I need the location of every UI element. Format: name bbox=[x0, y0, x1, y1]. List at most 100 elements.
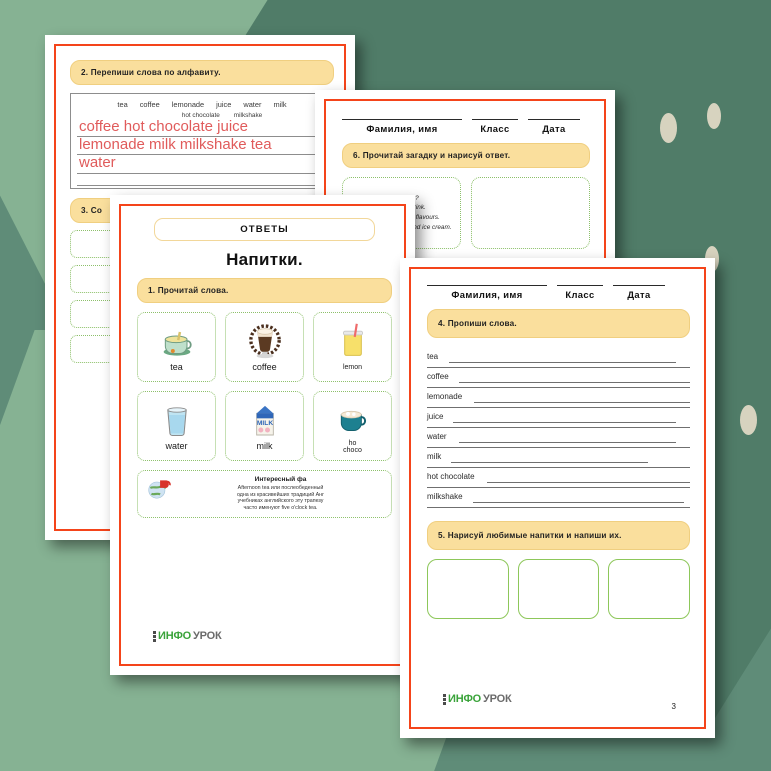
writing-rule bbox=[459, 442, 676, 443]
milk-carton-icon: MILK bbox=[255, 406, 274, 436]
writing-rule bbox=[451, 462, 648, 463]
drink-label: ho choco bbox=[343, 439, 362, 454]
coffee-glass-icon bbox=[248, 324, 281, 359]
decorative-dot bbox=[707, 103, 721, 129]
teacup-icon bbox=[163, 332, 192, 356]
student-header-4: Фамилия, имя Класс Дата bbox=[427, 285, 690, 300]
source-word-row: tea coffee lemonade juice water milk bbox=[77, 98, 327, 112]
answer-line: lemonade milk milkshake tea bbox=[77, 137, 327, 156]
drink-label: lemon bbox=[342, 364, 363, 372]
drink-card-hot-chocolate[interactable]: ho choco bbox=[313, 391, 392, 461]
writing-rule bbox=[453, 422, 676, 423]
decorative-dot bbox=[740, 405, 757, 435]
writing-rule-top bbox=[427, 487, 690, 488]
drawing-box[interactable] bbox=[427, 559, 509, 619]
writing-rule bbox=[449, 362, 676, 363]
date-field-3[interactable]: Дата bbox=[528, 119, 580, 134]
decorative-dot bbox=[660, 113, 677, 143]
svg-text:MILK: MILK bbox=[256, 420, 272, 427]
favourite-drinks-row bbox=[427, 559, 691, 619]
copy-word-row[interactable]: hot chocolate bbox=[427, 467, 690, 487]
logo-text-green: ИНФО bbox=[448, 693, 481, 705]
surname-field-3[interactable]: Фамилия, имя bbox=[342, 119, 462, 134]
surname-field-4[interactable]: Фамилия, имя bbox=[427, 285, 547, 300]
copy-word-label: juice bbox=[427, 412, 447, 421]
task-4-label: 4. Пропиши слова. bbox=[438, 319, 517, 328]
drawing-box[interactable] bbox=[517, 559, 600, 619]
copy-word-label: lemonade bbox=[427, 392, 466, 401]
task-4-band: 4. Пропиши слова. bbox=[427, 309, 690, 338]
date-field-4[interactable]: Дата bbox=[613, 285, 665, 300]
copy-word-row[interactable]: coffee bbox=[427, 367, 690, 387]
class-rule bbox=[557, 285, 603, 286]
copy-word-row[interactable]: milkshake bbox=[427, 487, 690, 507]
drink-card-coffee[interactable]: coffee bbox=[225, 312, 304, 382]
class-field-3[interactable]: Класс bbox=[472, 119, 518, 134]
blank-line bbox=[77, 174, 327, 186]
class-label: Класс bbox=[565, 289, 595, 300]
logo-bars-icon bbox=[443, 693, 446, 705]
hot-chocolate-mug-icon bbox=[340, 410, 366, 431]
date-rule bbox=[528, 119, 580, 120]
copy-word-row[interactable]: juice bbox=[427, 407, 690, 427]
class-field-4[interactable]: Класс bbox=[557, 285, 603, 300]
copy-word-label: water bbox=[427, 432, 450, 441]
source-word: water bbox=[243, 100, 262, 109]
riddle-drawing-box[interactable] bbox=[471, 177, 590, 249]
source-word: lemonade bbox=[171, 100, 205, 109]
task-6-label: 6. Прочитай загадку и нарисуй ответ. bbox=[353, 151, 511, 160]
writing-rule bbox=[473, 502, 684, 503]
interesting-fact-box: Интересный фа Afternoon tea или послеобе… bbox=[137, 470, 392, 519]
source-word: coffee bbox=[139, 100, 160, 109]
surname-label: Фамилия, имя bbox=[366, 123, 438, 134]
writing-rule-top bbox=[427, 447, 690, 448]
page-2-border: ОТВЕТЫ Напитки. 1. Прочитай слова. tea c… bbox=[119, 204, 406, 666]
date-label: Дата bbox=[542, 123, 566, 134]
copy-word-row[interactable]: milk bbox=[427, 447, 690, 467]
copy-word-row[interactable]: water bbox=[427, 427, 690, 447]
drink-label: water bbox=[165, 441, 188, 452]
worksheet-page-4-front[interactable]: Фамилия, имя Класс Дата 4. Пропиши слова… bbox=[400, 258, 715, 738]
fact-title: Интересный фа bbox=[254, 476, 307, 483]
source-word: tea bbox=[117, 100, 128, 109]
copy-word-label: hot chocolate bbox=[427, 472, 478, 481]
copy-word-label: coffee bbox=[427, 372, 452, 381]
writing-rule-top bbox=[427, 387, 690, 388]
task-1-band: 1. Прочитай слова. bbox=[137, 278, 392, 303]
water-glass-icon bbox=[166, 407, 187, 437]
page-number: 3 bbox=[671, 702, 676, 711]
writing-rule-top bbox=[427, 367, 690, 368]
drink-card-tea[interactable]: tea bbox=[137, 312, 216, 382]
drink-card-milk[interactable]: MILK milk bbox=[225, 391, 304, 461]
worksheet-page-2-answers[interactable]: ОТВЕТЫ Напитки. 1. Прочитай слова. tea c… bbox=[110, 195, 415, 675]
drink-label: tea bbox=[170, 362, 183, 373]
source-word: juice bbox=[216, 100, 232, 109]
logo-text-grey: УРОК bbox=[483, 693, 512, 705]
writing-rule-top bbox=[427, 467, 690, 468]
page-4-border: Фамилия, имя Класс Дата 4. Пропиши слова… bbox=[409, 267, 706, 729]
surname-label: Фамилия, имя bbox=[451, 289, 523, 300]
copy-word-row[interactable]: lemonade bbox=[427, 387, 690, 407]
class-rule bbox=[472, 119, 518, 120]
writing-rule bbox=[487, 482, 690, 483]
copy-word-label: milk bbox=[427, 452, 445, 461]
task-5-label: 5. Нарисуй любимые напитки и напиши их. bbox=[438, 531, 622, 540]
copy-word-row[interactable]: tea bbox=[427, 347, 690, 367]
alphabet-answer-box: tea coffee lemonade juice water milk hot… bbox=[70, 93, 334, 189]
page-title: Напитки. bbox=[226, 250, 303, 269]
task-5-band: 5. Нарисуй любимые напитки и напиши их. bbox=[427, 521, 690, 550]
drawing-box[interactable] bbox=[608, 559, 691, 619]
drink-label: coffee bbox=[252, 362, 277, 373]
task-2-label: 2. Перепиши слова по алфавиту. bbox=[81, 68, 221, 77]
writing-rule-top bbox=[427, 427, 690, 428]
task-2-band: 2. Перепиши слова по алфавиту. bbox=[70, 60, 334, 85]
drink-card-water[interactable]: water bbox=[137, 391, 216, 461]
writing-rule-top bbox=[427, 407, 690, 408]
answer-line: water bbox=[77, 155, 327, 174]
drink-label: milk bbox=[256, 441, 273, 452]
fact-text: Afternoon tea или послеобеденный одна из… bbox=[236, 485, 325, 511]
logo-bars-icon bbox=[153, 630, 156, 642]
student-header-3: Фамилия, имя Класс Дата bbox=[342, 119, 590, 134]
logo-text-green: ИНФО bbox=[158, 630, 191, 642]
drink-card-lemonade[interactable]: lemon bbox=[313, 312, 392, 382]
